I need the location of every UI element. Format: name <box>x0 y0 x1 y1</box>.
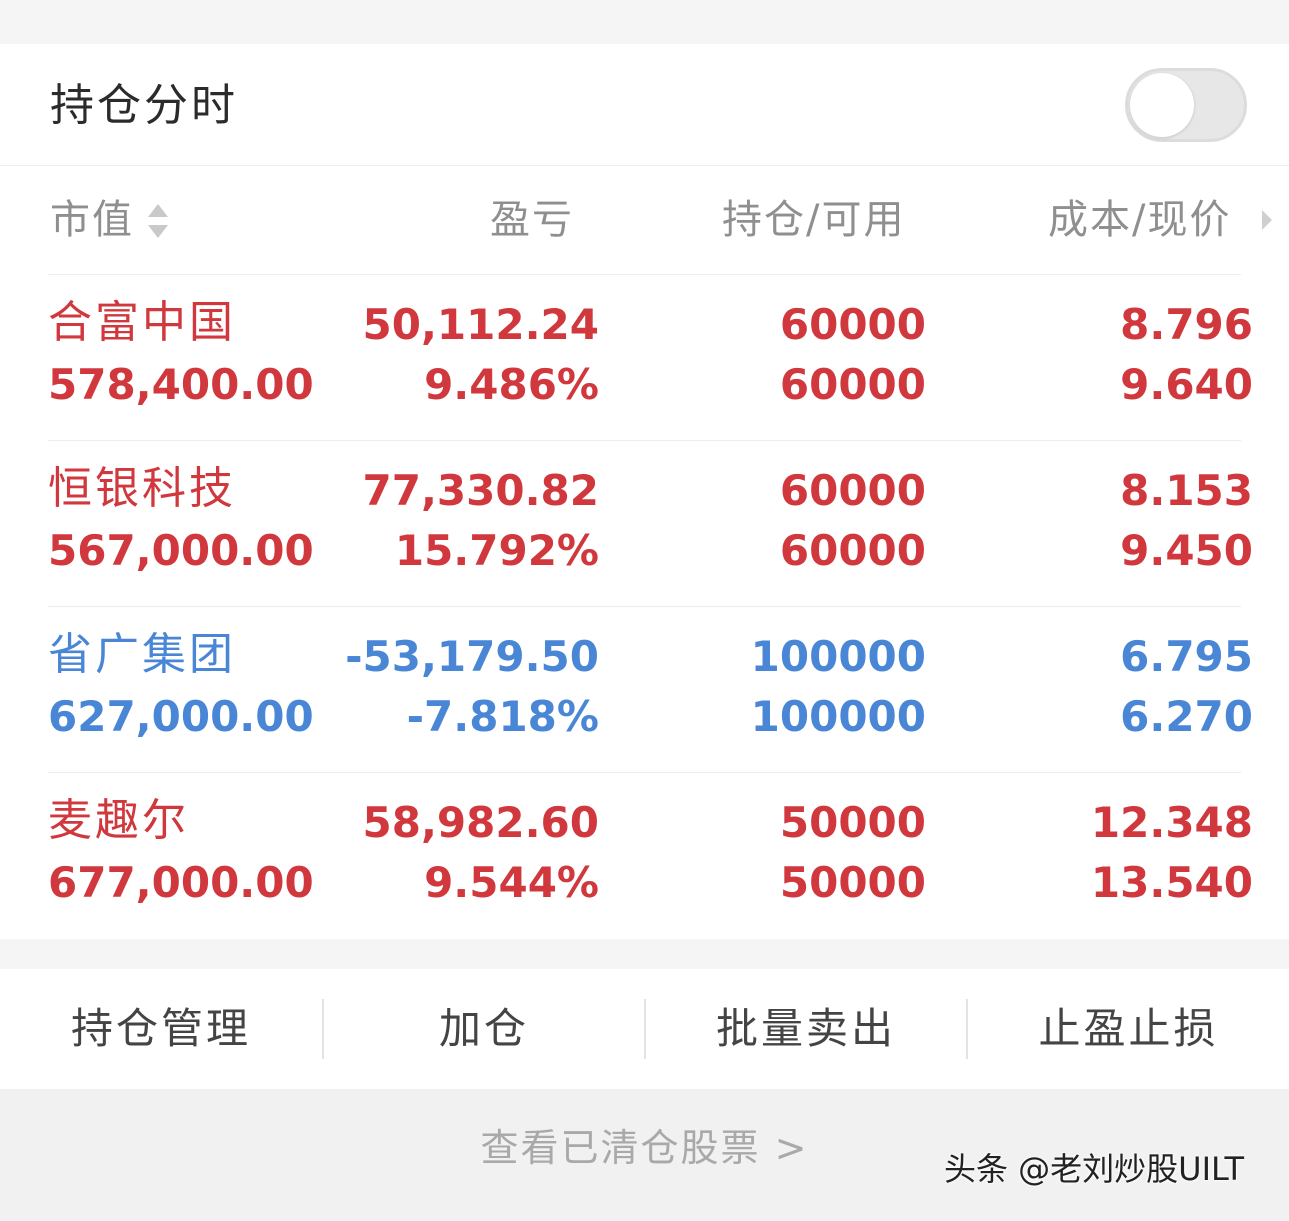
pnl-percent: 15.792% <box>394 526 599 575</box>
top-spacer <box>0 0 1289 44</box>
holding-row[interactable]: 恒银科技 567,000.00 77,330.82 15.792% 60000 … <box>48 440 1253 606</box>
current-price: 9.450 <box>1120 526 1253 575</box>
market-value: 578,400.00 <box>48 360 314 409</box>
position-qty: 60000 <box>779 300 926 349</box>
pnl-amount: 77,330.82 <box>362 466 599 515</box>
col-cost-price: 成本/现价 <box>1048 197 1232 243</box>
pnl-amount: -53,179.50 <box>345 632 599 681</box>
available-qty: 60000 <box>779 360 926 409</box>
chevron-right-icon[interactable] <box>1259 206 1275 234</box>
pnl-amount: 50,112.24 <box>362 300 599 349</box>
take-profit-stop-loss-button[interactable]: 止盈止损 <box>968 969 1289 1089</box>
cost-price: 12.348 <box>1090 798 1253 847</box>
col-market-value[interactable]: 市值 <box>50 194 134 246</box>
position-qty: 60000 <box>779 466 926 515</box>
pnl-amount: 58,982.60 <box>362 798 599 847</box>
holding-row[interactable]: 麦趣尔 677,000.00 58,982.60 9.544% 50000 50… <box>48 772 1253 938</box>
pnl-percent: 9.544% <box>424 858 599 907</box>
col-position: 持仓/可用 <box>722 197 906 243</box>
holdings-title: 持仓分时 <box>50 80 238 131</box>
market-value: 567,000.00 <box>48 526 314 575</box>
watermark: 头条 @老刘炒股UILT <box>944 1150 1245 1188</box>
pnl-percent: 9.486% <box>424 360 599 409</box>
available-qty: 60000 <box>779 526 926 575</box>
current-price: 9.640 <box>1120 360 1253 409</box>
stock-name: 恒银科技 <box>48 463 236 514</box>
market-value: 677,000.00 <box>48 858 314 907</box>
current-price: 13.540 <box>1090 858 1253 907</box>
available-qty: 50000 <box>779 858 926 907</box>
holdings-header: 持仓分时 <box>0 44 1289 166</box>
add-position-button[interactable]: 加仓 <box>324 969 644 1089</box>
pnl-percent: -7.818% <box>406 692 599 741</box>
current-price: 6.270 <box>1120 692 1253 741</box>
available-qty: 100000 <box>750 692 926 741</box>
cost-price: 8.153 <box>1120 466 1253 515</box>
position-qty: 50000 <box>779 798 926 847</box>
market-value: 627,000.00 <box>48 692 314 741</box>
footer: 查看已清仓股票 > 头条 @老刘炒股UILT <box>0 1089 1289 1221</box>
timeshare-toggle[interactable] <box>1125 68 1247 142</box>
stock-name: 省广集团 <box>48 629 236 680</box>
stock-name: 合富中国 <box>48 297 236 348</box>
holdings-card: 持仓分时 市值 盈亏 持仓/可用 成本/现价 合富中国 578,400.00 5… <box>0 44 1289 939</box>
cost-price: 8.796 <box>1120 300 1253 349</box>
cost-price: 6.795 <box>1120 632 1253 681</box>
col-pnl: 盈亏 <box>490 197 574 243</box>
toggle-knob <box>1130 73 1194 137</box>
holding-row[interactable]: 省广集团 627,000.00 -53,179.50 -7.818% 10000… <box>48 606 1253 772</box>
manage-positions-button[interactable]: 持仓管理 <box>0 969 322 1089</box>
stock-name: 麦趣尔 <box>48 795 189 846</box>
sort-updown-icon[interactable] <box>146 200 170 242</box>
action-bar: 持仓管理 加仓 批量卖出 止盈止损 <box>0 969 1289 1089</box>
batch-sell-button[interactable]: 批量卖出 <box>646 969 966 1089</box>
holding-row[interactable]: 合富中国 578,400.00 50,112.24 9.486% 60000 6… <box>48 274 1253 440</box>
position-qty: 100000 <box>750 632 926 681</box>
